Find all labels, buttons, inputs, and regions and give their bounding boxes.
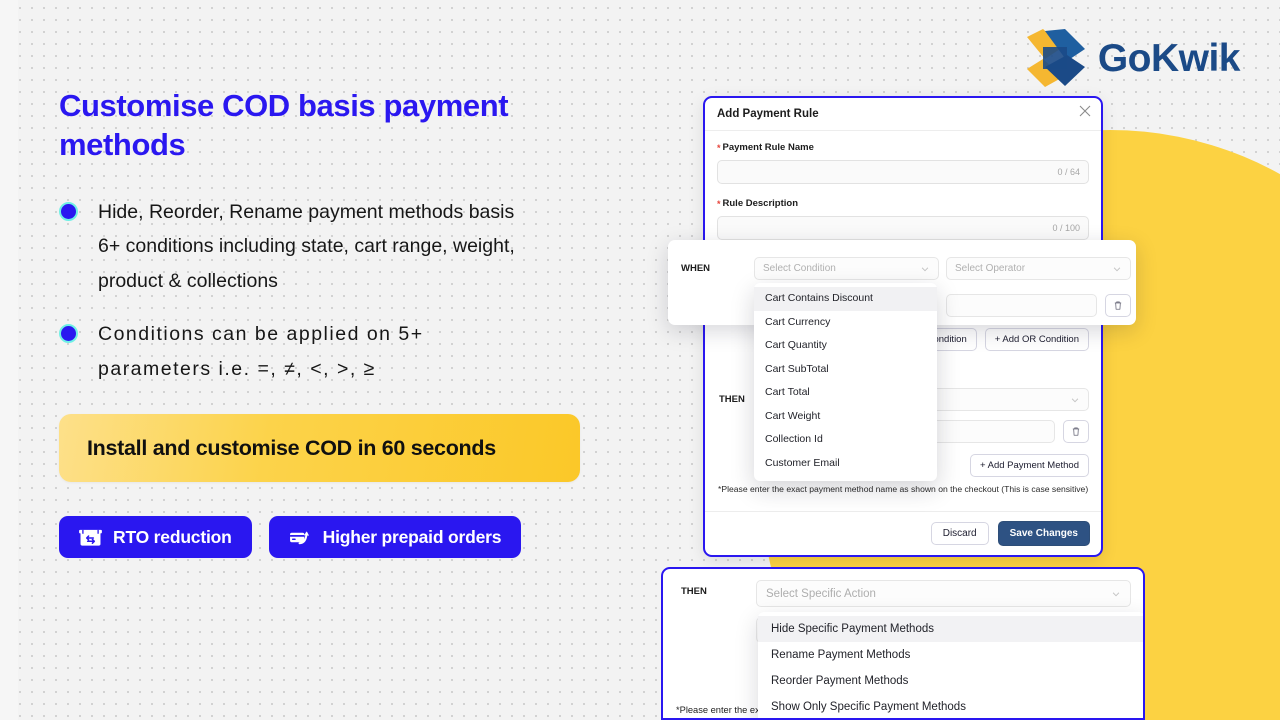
list-item: Hide, Reorder, Rename payment methods ba…: [59, 195, 599, 299]
dialog-footnote: *Please enter the exact payment method n…: [718, 484, 1089, 494]
badge-label: Higher prepaid orders: [322, 526, 502, 547]
page-title: Customise COD basis payment methods: [59, 88, 509, 163]
dropdown-option[interactable]: Cart Quantity: [754, 334, 937, 358]
badge-rto-reduction[interactable]: RTO reduction: [59, 516, 252, 559]
bullet-dot-icon: [59, 323, 78, 343]
gokwik-logo: GoKwik: [1023, 27, 1241, 89]
char-counter: 0 / 64: [1057, 167, 1080, 177]
dropdown-option[interactable]: Customer Email: [754, 452, 937, 476]
then-action-panel: THEN Select Specific Action Hide Specifi…: [661, 567, 1145, 720]
add-payment-method-button[interactable]: + Add Payment Method: [969, 454, 1089, 477]
dropdown-option[interactable]: Reorder Payment Methods: [758, 668, 1143, 694]
cta-banner: Install and customise COD in 60 seconds: [59, 414, 580, 483]
dropdown-option[interactable]: Cart SubTotal: [754, 358, 937, 382]
badge-label: RTO reduction: [113, 526, 232, 547]
then-label: THEN: [719, 394, 745, 405]
field-label-text: Payment Rule Name: [722, 142, 814, 153]
dialog-title: Add Payment Rule: [717, 108, 819, 120]
action-options-dropdown: Hide Specific Payment Methods Rename Pay…: [758, 612, 1143, 718]
close-icon[interactable]: [1078, 104, 1092, 118]
specific-action-value: Select Specific Action: [766, 587, 876, 600]
operator-select-value: Select Operator: [955, 263, 1026, 274]
dropdown-option[interactable]: Cart Total: [754, 381, 937, 405]
trash-icon: [1072, 427, 1080, 436]
card-arrow-up-icon: [289, 531, 309, 544]
badge-row: RTO reduction Higher prepaid orders: [59, 516, 599, 559]
condition-select-value: Select Condition: [763, 263, 836, 274]
field-label-text: Rule Description: [722, 198, 799, 209]
bullet-dot-icon: [59, 201, 78, 221]
left-content-column: Customise COD basis payment methods Hide…: [59, 86, 599, 559]
package-return-icon: [79, 529, 102, 546]
logo-wordmark: GoKwik: [1097, 36, 1241, 80]
rule-description-label: * Rule Description: [717, 198, 1089, 209]
payment-rule-name-input[interactable]: 0 / 64: [717, 160, 1089, 184]
dropdown-option[interactable]: Show Only Specific Payment Methods: [758, 694, 1143, 718]
chevron-down-icon: [1112, 591, 1120, 596]
required-asterisk: *: [717, 143, 721, 153]
condition-options-dropdown: Cart Contains Discount Cart Currency Car…: [754, 283, 937, 482]
rule-description-input[interactable]: 0 / 100: [717, 216, 1089, 240]
feature-bullet-list: Hide, Reorder, Rename payment methods ba…: [59, 195, 599, 387]
when-value-row: [946, 294, 1131, 317]
chevron-down-icon: [921, 266, 929, 271]
list-item: Conditions can be applied on 5+ paramete…: [59, 317, 599, 386]
dialog-body: * Payment Rule Name 0 / 64 * Rule Descript…: [705, 131, 1101, 240]
operator-select[interactable]: Select Operator: [946, 257, 1131, 280]
dropdown-option[interactable]: Cart Contains Discount: [754, 287, 937, 311]
dropdown-option[interactable]: Hide Specific Payment Methods: [758, 616, 1143, 642]
cta-banner-label: Install and customise COD in 60 seconds: [87, 435, 496, 460]
payment-rule-name-label: * Payment Rule Name: [717, 142, 1089, 153]
dialog-footer: Discard Save Changes: [705, 511, 1101, 555]
then-panel-label: THEN: [681, 586, 707, 597]
discard-button[interactable]: Discard: [930, 522, 989, 545]
chevron-down-icon: [1071, 397, 1079, 402]
bullet-text: Hide, Reorder, Rename payment methods ba…: [98, 200, 515, 293]
when-delete-button[interactable]: [1105, 294, 1131, 317]
when-label: WHEN: [681, 263, 711, 274]
background-left-strip: [0, 0, 18, 720]
dropdown-option[interactable]: Cart Weight: [754, 405, 937, 429]
dropdown-option[interactable]: Rename Payment Methods: [758, 642, 1143, 668]
dialog-header: Add Payment Rule: [705, 98, 1101, 131]
required-asterisk: *: [717, 199, 721, 209]
trash-icon: [1114, 301, 1122, 310]
badge-higher-prepaid-orders[interactable]: Higher prepaid orders: [268, 516, 522, 559]
then-delete-button[interactable]: [1063, 420, 1089, 443]
condition-select[interactable]: Select Condition: [754, 257, 939, 280]
dropdown-option[interactable]: Cart Currency: [754, 311, 937, 335]
add-or-condition-button[interactable]: + Add OR Condition: [984, 328, 1089, 351]
dropdown-option[interactable]: Collection Id: [754, 428, 937, 452]
char-counter: 0 / 100: [1052, 223, 1080, 233]
bullet-text: Conditions can be applied on 5+ paramete…: [98, 322, 424, 380]
gokwik-chevron-logo-icon: [1026, 29, 1085, 87]
when-value-input[interactable]: [946, 294, 1097, 317]
chevron-down-icon: [1113, 266, 1121, 271]
save-changes-button[interactable]: Save Changes: [997, 521, 1090, 546]
specific-action-select[interactable]: Select Specific Action: [756, 580, 1131, 607]
